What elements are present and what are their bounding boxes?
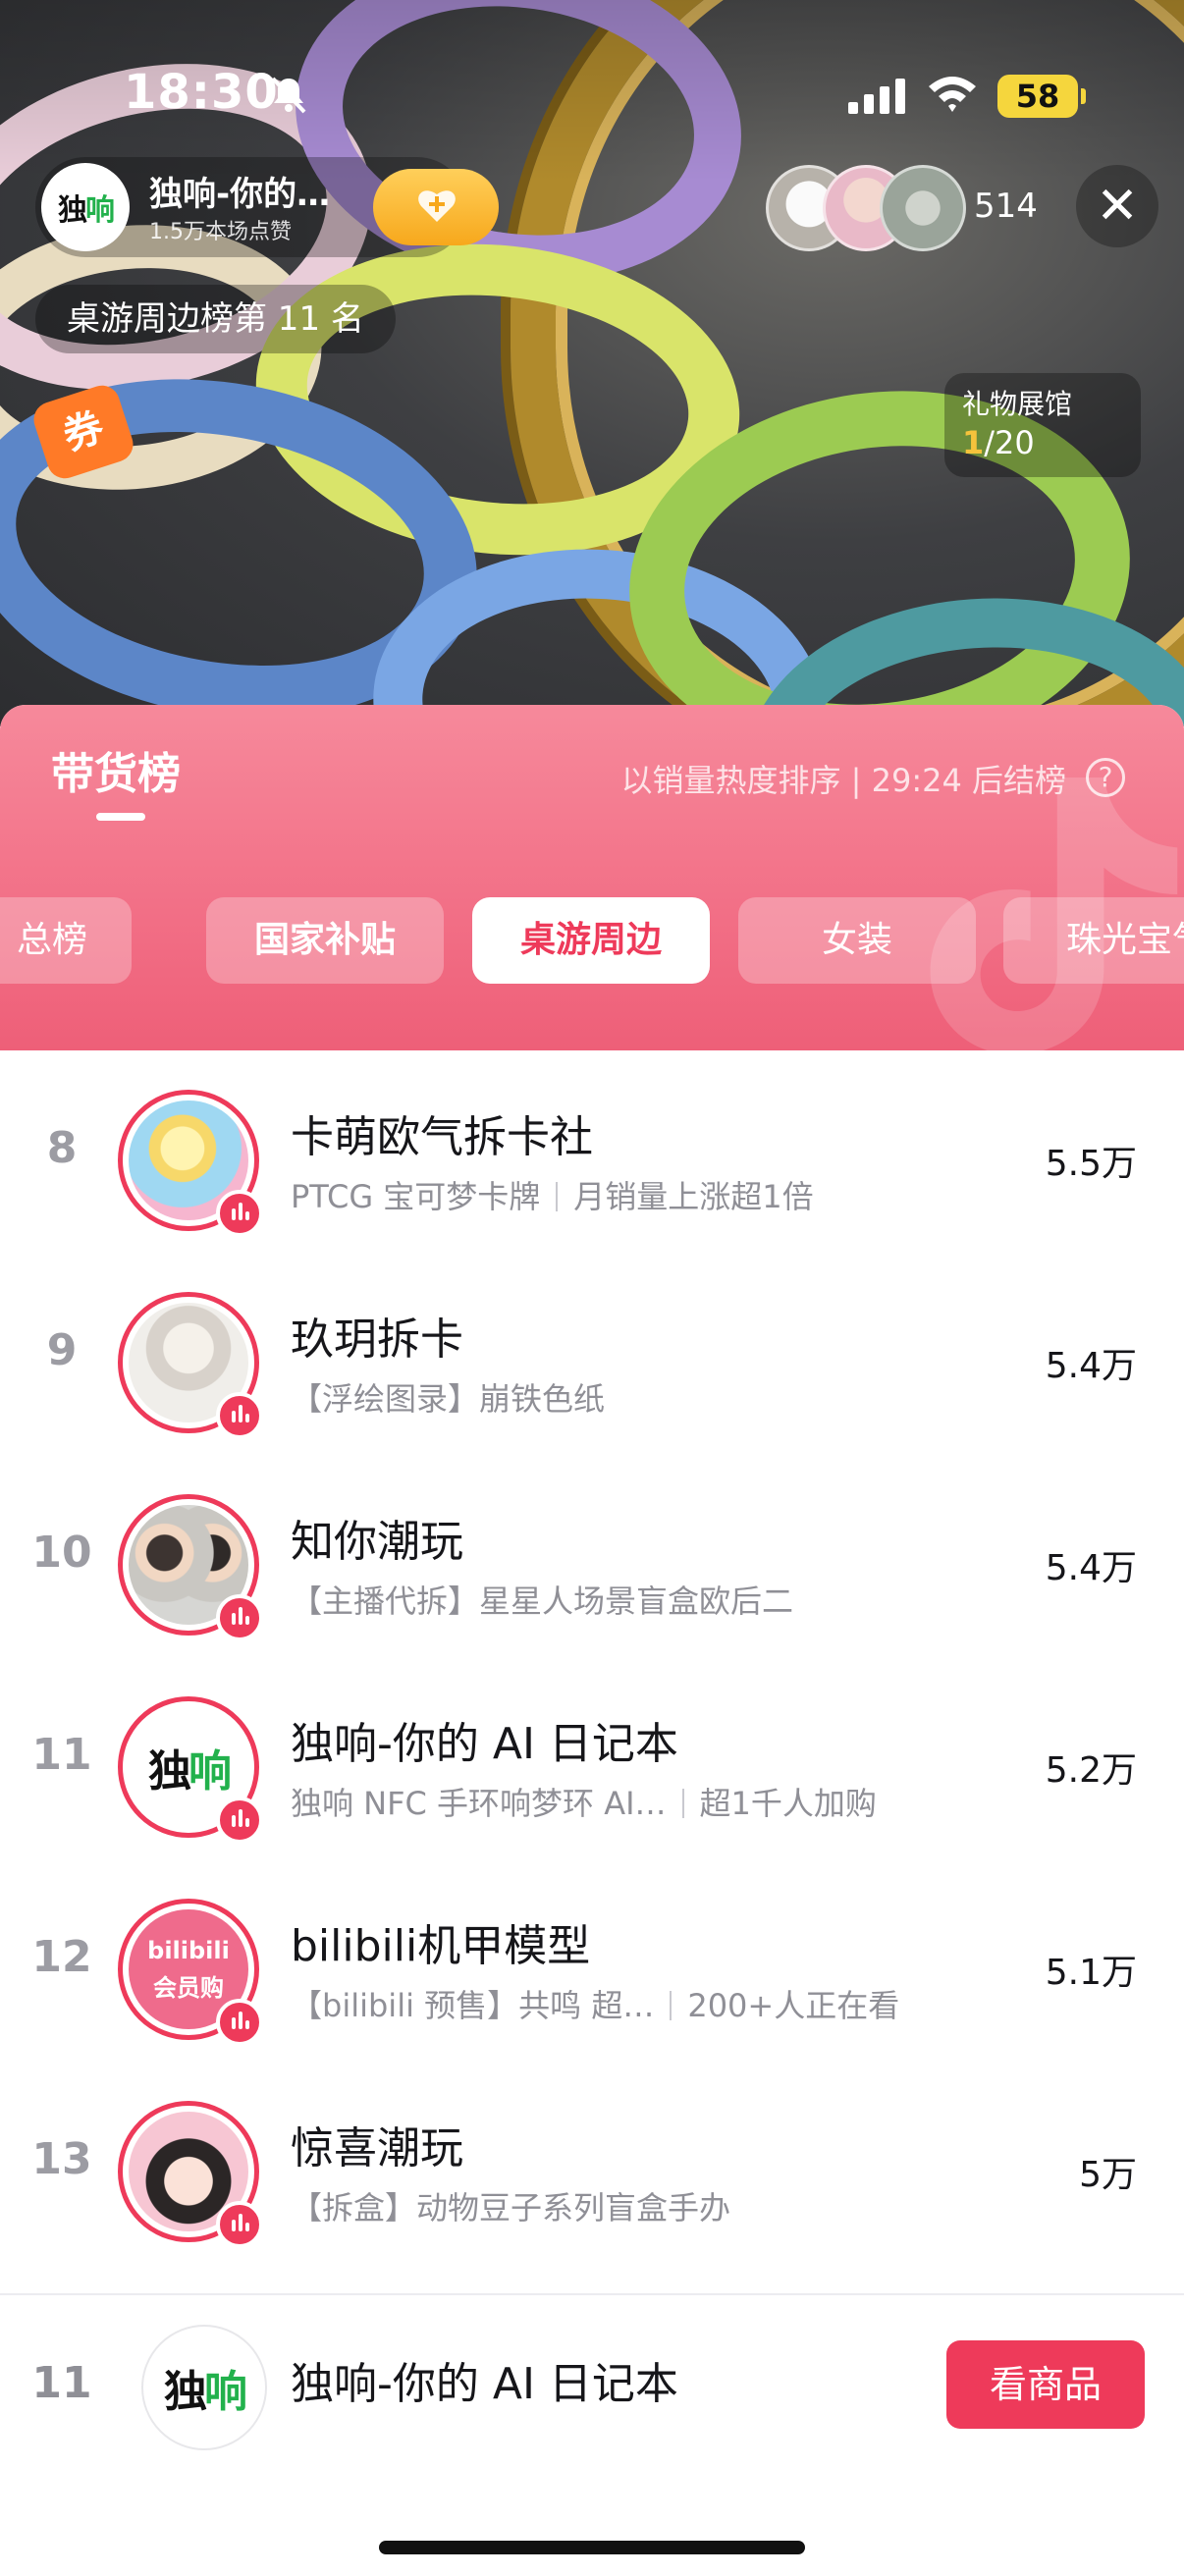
close-icon: ✕ bbox=[1096, 177, 1139, 236]
current-shop-bar: 11 独响 独响-你的 AI 日记本 看商品 bbox=[0, 2293, 1184, 2576]
tab-national-subsidy[interactable]: 国家补贴 bbox=[206, 897, 444, 984]
list-item[interactable]: 11 独响 独响-你的 AI 日记本 独响 NFC 手环响梦环 AI… 超1千人加… bbox=[0, 1657, 1184, 1859]
live-icon bbox=[216, 2201, 263, 2248]
wifi-icon bbox=[929, 77, 976, 112]
sort-info: 以销量热度排序 | 29:24 后结榜 bbox=[620, 762, 1066, 799]
sales-value: 5.4万 bbox=[1045, 1346, 1137, 1386]
viewer-list[interactable]: 514 bbox=[766, 165, 1060, 251]
live-icon bbox=[216, 1392, 263, 1439]
coupon-icon: 券 bbox=[28, 381, 138, 483]
live-icon bbox=[216, 1594, 263, 1641]
tab-total[interactable]: 总榜 bbox=[0, 897, 132, 984]
list-item[interactable]: 10 知你潮玩 【主播代拆】星星人场景盲盒欧后二 5.4万 bbox=[0, 1455, 1184, 1657]
sales-value: 5.5万 bbox=[1045, 1144, 1137, 1184]
rank-number: 10 bbox=[31, 1528, 92, 1578]
sales-value: 5.1万 bbox=[1045, 1953, 1137, 1993]
live-icon bbox=[216, 1797, 263, 1844]
shop-name: 独响-你的 AI 日记本 bbox=[291, 2359, 678, 2409]
host-name: 独响-你的… bbox=[149, 175, 331, 214]
bell-muted-icon bbox=[271, 77, 306, 114]
viewer-avatar[interactable] bbox=[880, 165, 966, 251]
list-item[interactable]: 8 卡萌欧气拆卡社 PTCG 宝可梦卡牌 月销量上涨超1倍 5.5万 bbox=[0, 1050, 1184, 1253]
ranking-title[interactable]: 带货榜 bbox=[51, 738, 181, 801]
list-item[interactable]: 9 玖玥拆卡 【浮绘图录】崩铁色纸 5.4万 bbox=[0, 1253, 1184, 1455]
view-products-button[interactable]: 看商品 bbox=[946, 2340, 1145, 2429]
coupon-button[interactable]: 券 bbox=[28, 379, 138, 483]
brand-logo: 独响 bbox=[164, 2367, 247, 2417]
avatar[interactable]: 独响 bbox=[141, 2325, 267, 2450]
close-button[interactable]: ✕ bbox=[1076, 165, 1158, 247]
host-likes: 1.5万本场点赞 bbox=[149, 220, 292, 244]
category-rank-tag[interactable]: 桌游周边榜第 11 名 bbox=[35, 285, 396, 353]
heart-plus-icon bbox=[418, 190, 456, 222]
rank-number: 12 bbox=[31, 1932, 92, 1982]
title-underline bbox=[96, 813, 145, 821]
follow-button[interactable] bbox=[373, 169, 499, 245]
home-indicator[interactable] bbox=[379, 2541, 805, 2554]
sales-value: 5万 bbox=[1079, 2155, 1137, 2195]
live-icon bbox=[216, 1999, 263, 2046]
shop-name: 惊喜潮玩 bbox=[291, 2123, 463, 2174]
shop-name: 独响-你的 AI 日记本 bbox=[291, 1719, 678, 1769]
shop-subtitle: 独响 NFC 手环响梦环 AI… 超1千人加购 bbox=[291, 1785, 877, 1822]
gift-hall-button[interactable]: 礼物展馆 1/20 bbox=[944, 373, 1141, 477]
live-icon bbox=[216, 1190, 263, 1237]
battery-indicator: 58 bbox=[997, 75, 1086, 118]
shop-subtitle: 【浮绘图录】崩铁色纸 bbox=[291, 1380, 606, 1418]
tab-jewelry[interactable]: 珠光宝气 bbox=[1003, 897, 1184, 984]
bilibili-logo-subtext: 会员购 bbox=[153, 1974, 224, 2002]
gift-hall-progress: 1/20 bbox=[962, 424, 1035, 461]
gift-hall-title: 礼物展馆 bbox=[962, 388, 1073, 420]
viewer-count: 514 bbox=[974, 187, 1038, 226]
shop-subtitle: 【主播代拆】星星人场景盲盒欧后二 bbox=[291, 1583, 794, 1620]
shop-name: 玖玥拆卡 bbox=[291, 1315, 463, 1365]
sales-value: 5.2万 bbox=[1045, 1750, 1137, 1791]
category-tabs: 总榜 国家补贴 桌游周边 女装 珠光宝气 bbox=[0, 897, 1184, 988]
rank-number: 8 bbox=[46, 1123, 78, 1173]
cellular-signal-icon bbox=[848, 79, 905, 114]
shop-name: 卡萌欧气拆卡社 bbox=[291, 1112, 593, 1162]
rank-number: 11 bbox=[31, 1730, 92, 1780]
sales-value: 5.4万 bbox=[1045, 1548, 1137, 1588]
list-item[interactable]: 12 bilibili 会员购 bilibili机甲模型 【bilibili 预… bbox=[0, 1859, 1184, 2062]
shop-subtitle: PTCG 宝可梦卡牌 月销量上涨超1倍 bbox=[291, 1178, 814, 1215]
ranking-header: 带货榜 以销量热度排序 | 29:24 后结榜 ? 总榜 国家补贴 桌游周边 女… bbox=[0, 705, 1184, 1055]
rank-number: 9 bbox=[46, 1325, 78, 1375]
status-time: 18:30 bbox=[124, 65, 279, 120]
shop-subtitle: 【拆盒】动物豆子系列盲盒手办 bbox=[291, 2189, 731, 2227]
shop-name: 知你潮玩 bbox=[291, 1517, 463, 1567]
bilibili-logo-text: bilibili bbox=[147, 1937, 230, 1964]
brand-logo: 独响 bbox=[58, 193, 115, 228]
rank-number: 13 bbox=[31, 2134, 92, 2184]
tab-boardgame[interactable]: 桌游周边 bbox=[472, 897, 710, 984]
status-bar: 18:30 58 bbox=[0, 59, 1184, 128]
list-item[interactable]: 13 惊喜潮玩 【拆盒】动物豆子系列盲盒手办 5万 bbox=[0, 2062, 1184, 2264]
shop-name: bilibili机甲模型 bbox=[291, 1921, 591, 1971]
shop-subtitle: 【bilibili 预售】共鸣 超… 200+人正在看 bbox=[291, 1987, 900, 2024]
host-avatar[interactable]: 独响 bbox=[41, 163, 130, 251]
help-icon[interactable]: ? bbox=[1086, 758, 1125, 797]
rank-number: 11 bbox=[31, 2358, 92, 2408]
tab-womenswear[interactable]: 女装 bbox=[738, 897, 976, 984]
